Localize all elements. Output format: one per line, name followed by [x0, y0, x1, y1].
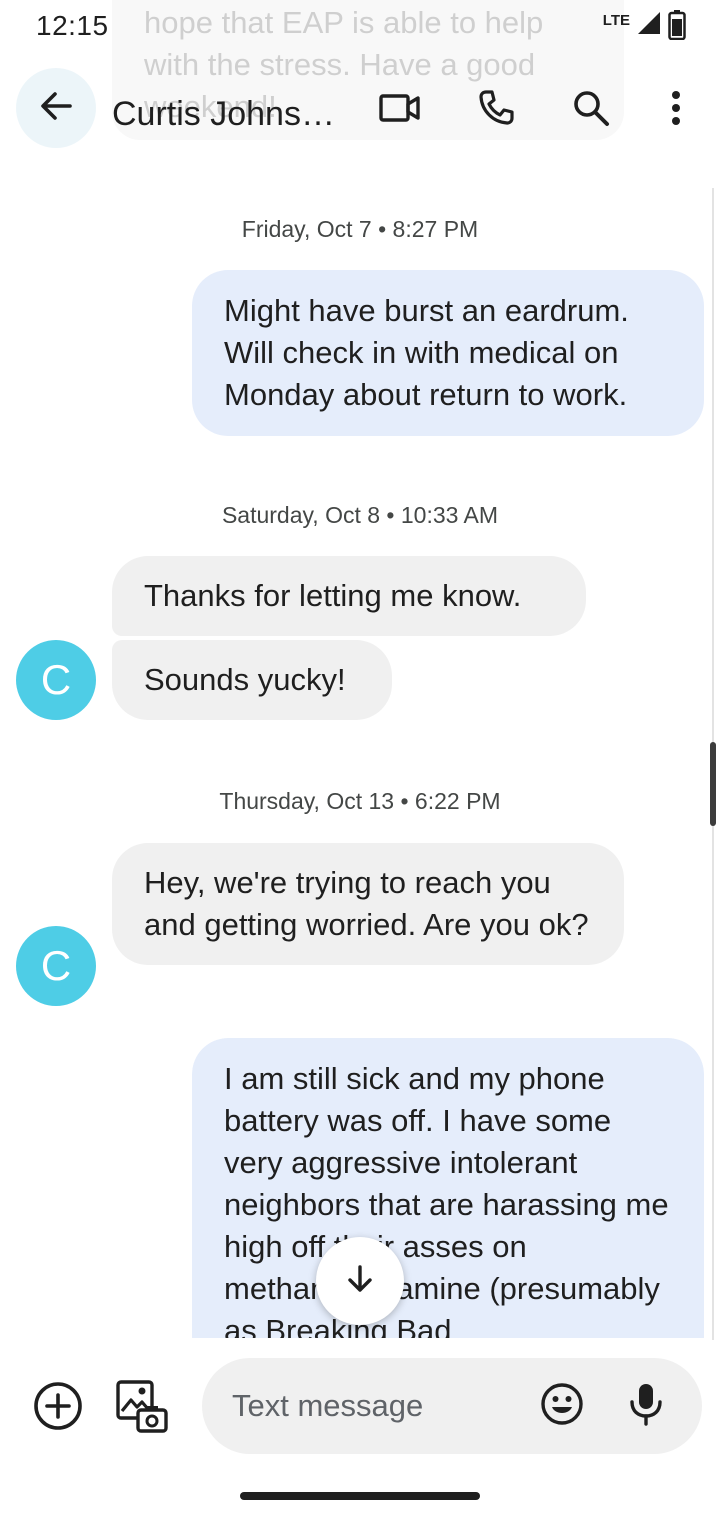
status-icons: LTE	[603, 10, 686, 42]
back-arrow-icon	[36, 86, 76, 131]
contact-name[interactable]: Curtis Johns…	[112, 95, 335, 134]
gallery-button[interactable]	[112, 1378, 172, 1438]
message-input-placeholder: Text message	[232, 1388, 424, 1423]
video-call-icon	[378, 92, 422, 129]
emoji-button[interactable]	[532, 1376, 592, 1436]
more-options-button[interactable]	[648, 82, 704, 138]
voice-input-button[interactable]	[616, 1376, 676, 1436]
date-divider: Friday, Oct 7 • 8:27 PM	[241, 216, 479, 242]
more-vert-icon	[670, 90, 682, 131]
status-bar: 12:15 LTE	[0, 0, 720, 52]
back-button[interactable]	[16, 68, 96, 148]
avatar[interactable]: C	[16, 926, 96, 1006]
search-button[interactable]	[563, 82, 619, 138]
phone-call-button[interactable]	[468, 82, 524, 138]
scroll-to-bottom-button[interactable]	[316, 1237, 404, 1325]
app-bar: Curtis Johns…	[0, 60, 720, 172]
incoming-message[interactable]: Sounds yucky!	[112, 640, 392, 720]
mic-icon	[628, 1382, 664, 1431]
avatar[interactable]: C	[16, 640, 96, 720]
incoming-message[interactable]: Hey, we're trying to reach you and getti…	[112, 843, 624, 965]
network-type: LTE	[602, 12, 630, 29]
attach-button[interactable]	[28, 1378, 88, 1438]
emoji-icon	[540, 1382, 584, 1431]
home-indicator[interactable]	[240, 1492, 480, 1500]
date-divider: Saturday, Oct 8 • 10:33 AM	[221, 502, 499, 528]
arrow-down-icon	[344, 1263, 376, 1300]
search-icon	[571, 88, 611, 133]
gallery-camera-icon	[114, 1378, 170, 1439]
status-time: 12:15	[36, 10, 109, 41]
signal-icon	[636, 10, 662, 41]
scrollbar-track[interactable]	[712, 188, 714, 1468]
outgoing-message[interactable]: Might have burst an eardrum. Will check …	[192, 270, 704, 436]
compose-bar: Text message	[0, 1340, 720, 1470]
outgoing-message[interactable]: I am still sick and my phone battery was…	[192, 1038, 704, 1338]
scrollbar-thumb[interactable]	[710, 742, 716, 826]
video-call-button[interactable]	[372, 82, 428, 138]
outgoing-message-clip: I am still sick and my phone battery was…	[192, 1038, 704, 1338]
message-input[interactable]: Text message	[202, 1358, 702, 1454]
battery-icon	[668, 10, 686, 45]
incoming-message[interactable]: Thanks for letting me know.	[112, 556, 586, 636]
add-circle-icon	[32, 1380, 84, 1437]
phone-icon	[476, 88, 516, 133]
date-divider: Thursday, Oct 13 • 6:22 PM	[219, 788, 501, 814]
